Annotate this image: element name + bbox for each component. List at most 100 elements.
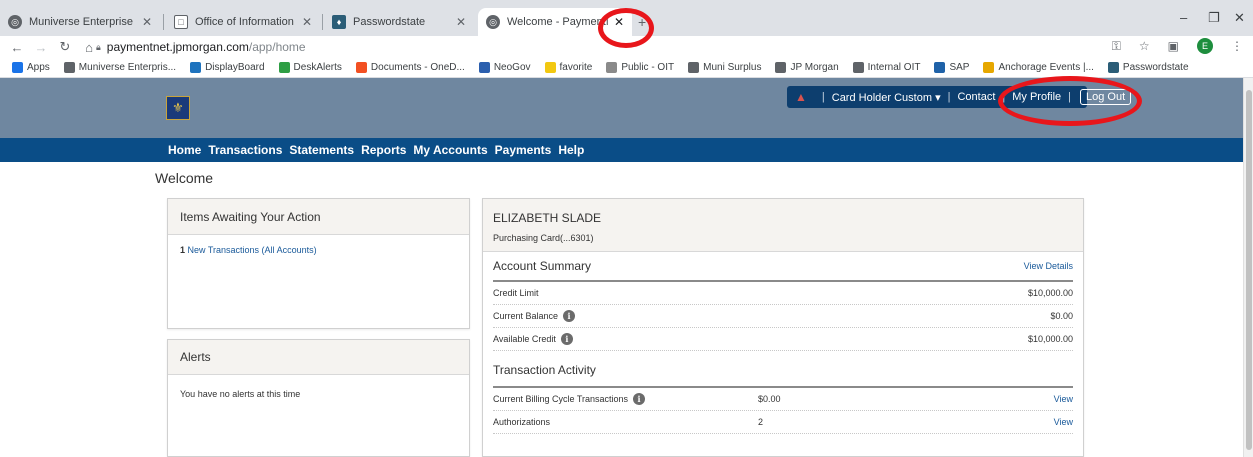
- item-count: 1: [180, 245, 186, 255]
- row-value: $10,000.00: [1027, 288, 1073, 298]
- bookmark-label: Anchorage Events |...: [998, 62, 1094, 73]
- bookmark-item[interactable]: Passwordstate: [1107, 62, 1189, 73]
- browser-toolbar: ← → ↻ ⌂ 🔒︎ paymentnet.jpmorgan.com/app/h…: [0, 36, 1253, 58]
- contact-link[interactable]: Contact: [957, 91, 995, 103]
- nav-reports[interactable]: Reports: [361, 143, 406, 157]
- displayboard-icon: [190, 62, 202, 73]
- tab-separator: [163, 14, 164, 30]
- action-item-link[interactable]: 1 New Transactions (All Accounts): [180, 245, 317, 255]
- bookmark-item[interactable]: Documents - OneD...: [355, 62, 465, 73]
- globe-icon: ◎: [486, 15, 500, 29]
- bookmark-item[interactable]: Muniverse Enterpris...: [63, 62, 176, 73]
- bookmark-item[interactable]: JP Morgan: [775, 62, 839, 73]
- view-details-link[interactable]: View Details: [1024, 261, 1073, 271]
- nav-help[interactable]: Help: [558, 143, 584, 157]
- restore-icon[interactable]: ❐: [1208, 10, 1220, 26]
- view-link[interactable]: View: [1043, 417, 1073, 427]
- activity-row: Authorizations 2 View: [493, 411, 1073, 434]
- page-scrollbar[interactable]: [1243, 78, 1253, 457]
- panel-header: Items Awaiting Your Action: [168, 199, 469, 235]
- bookmark-item[interactable]: Apps: [12, 62, 50, 73]
- minimize-icon[interactable]: –: [1180, 10, 1187, 25]
- bookmark-label: Documents - OneD...: [370, 62, 465, 73]
- nav-home[interactable]: Home: [168, 143, 201, 157]
- alert-icon[interactable]: ▲: [795, 90, 807, 104]
- account-card-panel: ELIZABETH SLADE Purchasing Card(...6301)…: [482, 198, 1084, 457]
- window-close-icon[interactable]: ✕: [1234, 10, 1245, 26]
- key-icon[interactable]: ⚿: [1112, 39, 1121, 54]
- bookmark-item[interactable]: NeoGov: [478, 62, 531, 73]
- address-bar[interactable]: 🔒︎ paymentnet.jpmorgan.com/app/home: [96, 38, 306, 56]
- account-summary-header: Account Summary View Details: [493, 252, 1073, 282]
- view-link[interactable]: View: [1043, 394, 1073, 404]
- deskalerts-icon: [278, 62, 290, 73]
- home-icon[interactable]: ⌂: [82, 40, 96, 55]
- nav-payments[interactable]: Payments: [495, 143, 552, 157]
- nav-statements[interactable]: Statements: [289, 143, 354, 157]
- bookmark-item[interactable]: DisplayBoard: [190, 62, 265, 73]
- reload-icon[interactable]: ↻: [58, 39, 72, 55]
- bookmark-item[interactable]: Internal OIT: [852, 62, 920, 73]
- transaction-activity-rows: Current Billing Cycle Transactions i $0.00…: [483, 388, 1083, 434]
- panel-title: Alerts: [180, 350, 211, 364]
- panel-title: Items Awaiting Your Action: [180, 209, 321, 224]
- activity-row: Current Billing Cycle Transactions i $0.00…: [493, 388, 1073, 411]
- divider: |: [947, 91, 951, 103]
- apps-grid-icon: [12, 62, 23, 73]
- bookmark-item[interactable]: DeskAlerts: [278, 62, 342, 73]
- passwordstate-icon: [1107, 62, 1119, 73]
- item-label: New Transactions (All Accounts): [187, 245, 317, 255]
- bookmark-item[interactable]: Public - OIT: [606, 62, 674, 73]
- row-label-wrap: Current Billing Cycle Transactions i: [493, 393, 758, 405]
- divider: |: [821, 91, 825, 103]
- tab-separator: [322, 14, 323, 30]
- card-header: ELIZABETH SLADE Purchasing Card(...6301): [483, 199, 1083, 252]
- tab-passwordstate[interactable]: ♦ Passwordstate ✕: [324, 8, 474, 36]
- bookmark-item[interactable]: Muni Surplus: [688, 62, 761, 73]
- folder-icon: [544, 62, 556, 73]
- bookmarks-bar: Apps Muniverse Enterpris... DisplayBoard De…: [0, 58, 1253, 78]
- section-title: Account Summary: [493, 259, 592, 273]
- nav-my-accounts[interactable]: My Accounts: [413, 143, 487, 157]
- close-icon[interactable]: ✕: [142, 15, 152, 29]
- section-title: Transaction Activity: [493, 363, 596, 377]
- role-dropdown[interactable]: Card Holder Custom ▾: [832, 91, 941, 104]
- nav-transactions[interactable]: Transactions: [208, 143, 282, 157]
- back-arrow-icon[interactable]: ←: [10, 40, 24, 55]
- info-icon[interactable]: i: [563, 310, 576, 322]
- profile-avatar[interactable]: E: [1197, 38, 1213, 54]
- info-icon[interactable]: i: [560, 333, 573, 345]
- bookmark-item[interactable]: favorite: [544, 62, 592, 73]
- sun-icon: [983, 62, 995, 73]
- passwordstate-icon: ♦: [332, 15, 346, 29]
- page-icon: [606, 62, 618, 73]
- role-label: Card Holder Custom: [831, 91, 933, 104]
- globe-icon: [688, 62, 700, 73]
- card-name: Purchasing Card(...6301): [493, 233, 594, 243]
- globe-icon: [63, 62, 75, 73]
- scrollbar-thumb[interactable]: [1246, 90, 1252, 450]
- close-icon[interactable]: ✕: [456, 15, 466, 29]
- bank-logo[interactable]: ⚜: [166, 96, 190, 120]
- globe-icon: [775, 62, 787, 73]
- url-host: paymentnet.jpmorgan.com: [106, 40, 249, 54]
- extension-icon[interactable]: ▣: [1168, 39, 1179, 53]
- tab-office-it[interactable]: □ Office of Information Technology ✕: [166, 8, 320, 36]
- close-icon[interactable]: ✕: [302, 15, 312, 29]
- star-icon[interactable]: ☆: [1139, 39, 1150, 53]
- new-tab-button[interactable]: +: [638, 8, 658, 36]
- tab-paymentnet[interactable]: ◎ Welcome - PaymentNet - JP ✕: [478, 8, 632, 36]
- bookmark-item[interactable]: SAP: [934, 62, 969, 73]
- microsoft-icon: [355, 62, 367, 73]
- bookmark-label: Public - OIT: [621, 62, 675, 73]
- forward-arrow-icon[interactable]: →: [34, 40, 48, 55]
- close-icon[interactable]: ✕: [614, 15, 624, 29]
- tab-muniverse[interactable]: ◎ Muniverse Enterprise Portal ✕: [0, 8, 160, 36]
- log-out-button[interactable]: Log Out: [1080, 89, 1132, 105]
- my-profile-link[interactable]: My Profile: [1012, 91, 1061, 103]
- menu-dots-icon[interactable]: ⋮: [1231, 39, 1243, 53]
- tab-label: Welcome - PaymentNet - JP: [507, 16, 608, 28]
- bookmark-item[interactable]: Anchorage Events |...: [983, 62, 1094, 73]
- globe-icon: ◎: [8, 15, 22, 29]
- info-icon[interactable]: i: [633, 393, 646, 405]
